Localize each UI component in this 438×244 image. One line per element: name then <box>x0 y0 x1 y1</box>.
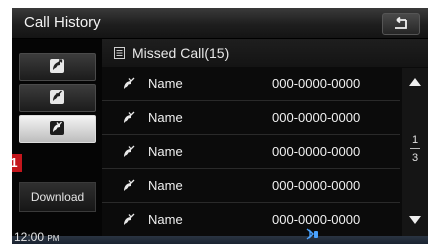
clock-time: 12:00 <box>14 230 45 244</box>
clock: 12:00 PM <box>14 230 59 244</box>
list-scrollbar: 1 3 <box>402 68 428 236</box>
call-list: Name 000-0000-0000 Name 000-0000-0000 Na… <box>102 68 400 238</box>
call-type-sidebar: Download <box>12 39 102 244</box>
missed-call-header: Missed Call(15) <box>132 45 230 61</box>
callout-badge: 1 <box>12 154 22 172</box>
title-bar: Call History <box>12 8 428 39</box>
bluetooth-phone-icon <box>306 228 318 240</box>
caller-name: Name <box>148 110 183 125</box>
list-icon <box>114 47 125 59</box>
scroll-down-button[interactable] <box>409 216 421 224</box>
caller-name: Name <box>148 144 183 159</box>
missed-call-icon <box>124 77 135 89</box>
missed-call-icon <box>124 145 135 157</box>
status-bar: 12:00 PM <box>12 228 428 244</box>
total-pages: 3 <box>411 152 419 164</box>
outgoing-call-icon <box>50 59 64 73</box>
caller-number: 000-0000-0000 <box>272 144 361 159</box>
call-row[interactable]: Name 000-0000-0000 <box>102 136 400 169</box>
list-header: Missed Call(15) <box>102 39 428 67</box>
call-row[interactable]: Name 000-0000-0000 <box>102 170 400 203</box>
caller-name: Name <box>148 178 183 193</box>
missed-call-icon <box>124 179 135 191</box>
incoming-calls-button[interactable] <box>19 84 96 112</box>
missed-call-icon <box>124 111 135 123</box>
caller-name: Name <box>148 212 183 227</box>
current-page: 1 <box>411 134 419 146</box>
download-label: Download <box>30 190 85 204</box>
call-row[interactable]: Name 000-0000-0000 <box>102 68 400 101</box>
caller-number: 000-0000-0000 <box>272 178 361 193</box>
caller-name: Name <box>148 76 183 91</box>
caller-number: 000-0000-0000 <box>272 76 361 91</box>
download-button[interactable]: Download <box>19 182 96 212</box>
call-row[interactable]: Name 000-0000-0000 <box>102 204 400 237</box>
call-row[interactable]: Name 000-0000-0000 <box>102 102 400 135</box>
outgoing-calls-button[interactable] <box>19 53 96 81</box>
caller-number: 000-0000-0000 <box>272 110 361 125</box>
incoming-call-icon <box>50 90 64 104</box>
missed-call-icon <box>50 121 64 135</box>
back-arrow-icon <box>395 17 407 29</box>
page-title: Call History <box>24 14 101 31</box>
page-divider <box>410 148 420 149</box>
scroll-up-button[interactable] <box>409 78 421 86</box>
back-button[interactable] <box>382 13 420 35</box>
call-history-screen: Call History Missed Call(15) Download 1 … <box>12 8 428 244</box>
missed-call-icon <box>124 213 135 225</box>
caller-number: 000-0000-0000 <box>272 212 361 227</box>
missed-calls-button[interactable] <box>19 115 96 143</box>
clock-ampm: PM <box>47 234 60 243</box>
